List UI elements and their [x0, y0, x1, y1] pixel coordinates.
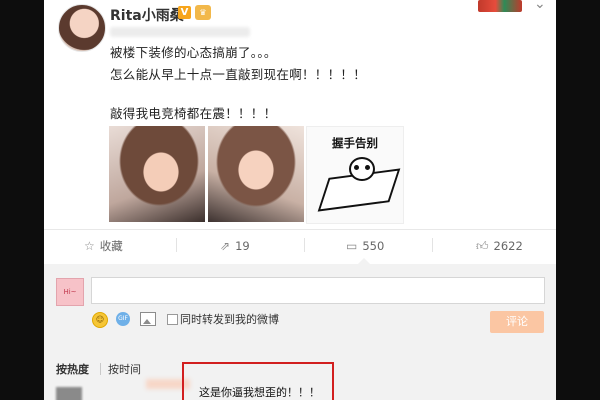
repost-button[interactable]: ⇗ 19 — [220, 236, 250, 256]
image-upload-icon[interactable] — [140, 312, 156, 326]
action-separator — [176, 238, 177, 252]
comment-input[interactable] — [91, 277, 545, 304]
member-crown-icon: ♛ — [195, 5, 211, 20]
chevron-down-icon[interactable]: ⌄ — [534, 0, 546, 12]
post-meta-blurred — [110, 27, 250, 37]
sort-by-time-tab[interactable]: 按时间 — [108, 361, 141, 377]
repost-also-label: 同时转发到我的微博 — [180, 313, 279, 326]
star-icon: ☆ — [84, 239, 95, 253]
repost-also-checkbox[interactable] — [167, 314, 178, 325]
weibo-post-card: Rita小雨桑 V ♛ ⌄ 被楼下装修的心态搞崩了。。。 怎么能从早上十点一直敲… — [44, 0, 556, 400]
comment-section: Hi~ ☺ GIF 同时转发到我的微博 评论 按热度 按时间 这是你逼我想歪的！… — [44, 264, 556, 400]
username[interactable]: Rita小雨桑 — [110, 5, 184, 25]
gif-icon[interactable]: GIF — [116, 312, 130, 326]
thumbs-up-icon: 👍︎ — [476, 238, 489, 253]
submit-comment-button[interactable]: 评论 — [490, 311, 544, 333]
user-avatar[interactable] — [58, 4, 106, 52]
meme-caption: 握手告别 — [332, 136, 378, 150]
like-count: 2622 — [493, 239, 523, 253]
sort-by-hot-tab[interactable]: 按热度 — [56, 361, 89, 377]
repost-icon: ⇗ — [220, 239, 231, 253]
action-separator — [304, 238, 305, 252]
panda-face-drawing — [349, 157, 375, 181]
favorite-button[interactable]: ☆ 收藏 — [84, 236, 123, 256]
commenter-avatar[interactable] — [56, 387, 82, 400]
like-button[interactable]: 👍︎ 2622 — [476, 236, 523, 256]
comment-bubble-icon: ▭ — [346, 239, 358, 253]
comment-count: 550 — [362, 239, 385, 253]
decoration-badge-icon — [478, 0, 522, 12]
post-image-3-meme[interactable]: 握手告别 — [306, 126, 404, 224]
post-text-line-4: 敲得我电竞椅都在震！！！！ — [110, 106, 277, 121]
action-bar-divider — [44, 229, 556, 230]
verified-v-icon: V — [178, 6, 191, 19]
post-text-line-2: 怎么能从早上十点一直敲到现在啊！！！！！ — [110, 67, 367, 82]
comment-button[interactable]: ▭ 550 — [346, 236, 384, 256]
my-avatar: Hi~ — [56, 278, 84, 306]
post-image-1[interactable] — [109, 126, 205, 222]
sort-separator — [100, 363, 101, 375]
post-text-line-1: 被楼下装修的心态搞崩了。。。 — [110, 45, 277, 60]
post-image-2[interactable] — [208, 126, 304, 222]
action-separator — [432, 238, 433, 252]
favorite-label: 收藏 — [99, 239, 123, 253]
top-comment-text: 这是你逼我想歪的！！！ — [199, 386, 320, 399]
emoji-icon[interactable]: ☺ — [92, 312, 108, 328]
repost-count: 19 — [235, 239, 250, 253]
